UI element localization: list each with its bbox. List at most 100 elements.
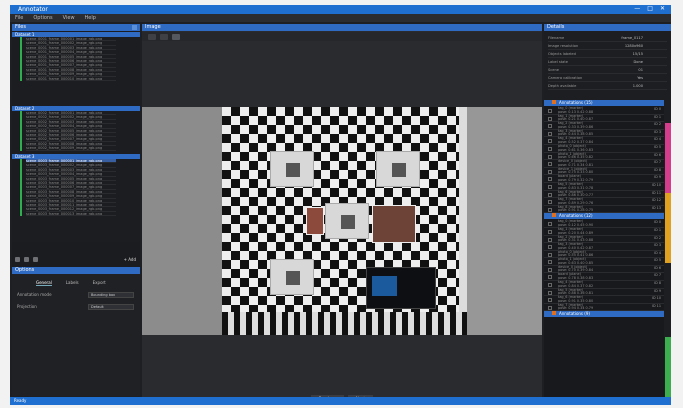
checkbox-icon[interactable] bbox=[548, 192, 552, 197]
checkbox-icon[interactable] bbox=[552, 311, 556, 316]
marker-tag[interactable] bbox=[325, 203, 369, 239]
annotation-mode-select[interactable]: Bounding box bbox=[88, 292, 134, 298]
checkbox-icon[interactable] bbox=[548, 229, 552, 234]
checkbox-icon[interactable] bbox=[548, 252, 552, 257]
checkbox-icon[interactable] bbox=[548, 154, 552, 159]
detail-key: Camera calibration bbox=[548, 76, 583, 80]
projection-select[interactable]: Default bbox=[88, 304, 134, 310]
options-panel: Options General Labels Export Annotation… bbox=[12, 267, 140, 396]
window-controls: — □ ✕ bbox=[634, 5, 665, 12]
status-bar: Ready bbox=[10, 397, 671, 405]
annotation-id: ID 5 bbox=[654, 258, 661, 263]
detail-value: Yes bbox=[637, 76, 643, 80]
options-panel-header: Options bbox=[12, 267, 140, 274]
zoom-icon[interactable] bbox=[160, 34, 168, 40]
fit-icon[interactable] bbox=[172, 34, 180, 40]
checkbox-icon[interactable] bbox=[548, 162, 552, 167]
marker-tag[interactable] bbox=[270, 259, 314, 295]
annotation-id: ID 10 bbox=[651, 296, 661, 301]
app-window: Annotator — □ ✕ File Options View Help F… bbox=[10, 5, 671, 405]
photo-object[interactable] bbox=[306, 207, 324, 235]
menu-help[interactable]: Help bbox=[85, 15, 96, 21]
detail-value: 01 bbox=[638, 68, 643, 72]
checkbox-icon[interactable] bbox=[548, 305, 552, 310]
menu-options[interactable]: Options bbox=[33, 15, 52, 21]
remove-icon[interactable] bbox=[15, 256, 20, 262]
tab-general[interactable]: General bbox=[36, 280, 52, 286]
minimize-button[interactable]: — bbox=[634, 5, 640, 12]
folder-icon[interactable] bbox=[33, 256, 38, 262]
device-object[interactable] bbox=[366, 267, 436, 309]
annotation-group-label: Annotations (9) bbox=[559, 311, 590, 317]
window-title: Annotator bbox=[18, 6, 48, 13]
checkbox-icon[interactable] bbox=[548, 290, 552, 295]
annotation-group-header[interactable]: Annotations (9) bbox=[544, 311, 664, 318]
add-button[interactable]: + Add bbox=[124, 257, 136, 262]
annotation-detail: pose: 0.91 0.28 0.75 bbox=[558, 208, 594, 213]
checkbox-icon[interactable] bbox=[548, 200, 552, 205]
files-panel-title: Files bbox=[15, 24, 26, 30]
checkbox-icon[interactable] bbox=[548, 237, 552, 242]
tab-export[interactable]: Export bbox=[93, 280, 106, 286]
annotation-id: ID 5 bbox=[654, 144, 661, 149]
annotation-id: ID 6 bbox=[654, 265, 661, 270]
detail-value: 1.000 bbox=[632, 84, 643, 88]
tree-item[interactable]: scene_0002_frame_000009_image_rgb.png bbox=[26, 146, 116, 151]
checkbox-icon[interactable] bbox=[548, 245, 552, 250]
checkbox-icon[interactable] bbox=[548, 116, 552, 121]
checkbox-icon[interactable] bbox=[548, 146, 552, 151]
board-edge bbox=[222, 312, 467, 335]
maximize-button[interactable]: □ bbox=[647, 5, 653, 12]
checkbox-icon[interactable] bbox=[548, 283, 552, 288]
detail-value: frame_0117 bbox=[621, 36, 643, 40]
annotation-row[interactable]: tag_7 (marker) pose: 0.94 0.34 0.79 ID 11 bbox=[544, 303, 664, 312]
pan-icon[interactable] bbox=[148, 34, 156, 40]
checkbox-icon[interactable] bbox=[548, 177, 552, 182]
marker-tag[interactable] bbox=[270, 151, 314, 187]
annotation-row[interactable]: tag_8 (marker) pose: 0.91 0.28 0.75 ID 13 bbox=[544, 205, 664, 214]
detail-row: Label state Done bbox=[548, 58, 667, 66]
category-strip bbox=[665, 193, 671, 263]
photo-object[interactable] bbox=[372, 205, 416, 243]
annotation-id: ID 11 bbox=[651, 190, 661, 195]
checkbox-icon[interactable] bbox=[548, 124, 552, 129]
annotation-group-label: Annotations (12) bbox=[559, 213, 593, 219]
tree-marker bbox=[20, 37, 22, 81]
checkbox-icon[interactable] bbox=[548, 222, 552, 227]
annotation-id: ID 2 bbox=[654, 235, 661, 240]
detail-row: Depth available 1.000 bbox=[548, 82, 667, 90]
checkbox-icon[interactable] bbox=[548, 260, 552, 265]
tree-marker bbox=[20, 111, 22, 151]
checkbox-icon[interactable] bbox=[552, 213, 556, 218]
details-panel-header: Details bbox=[544, 24, 671, 31]
checkbox-icon[interactable] bbox=[548, 275, 552, 280]
checkbox-icon[interactable] bbox=[548, 109, 552, 113]
copy-icon[interactable] bbox=[24, 256, 29, 262]
checkbox-icon[interactable] bbox=[552, 100, 556, 104]
tree-item[interactable]: scene_0003_frame_000013_image_rgb.png bbox=[26, 212, 116, 217]
annotation-id: ID 6 bbox=[654, 152, 661, 157]
image-canvas[interactable] bbox=[142, 107, 542, 335]
marker-tag[interactable] bbox=[376, 151, 420, 187]
annotation-id: ID 2 bbox=[654, 122, 661, 127]
annotation-id: ID 1 bbox=[654, 227, 661, 232]
close-icon[interactable] bbox=[132, 25, 137, 30]
checkbox-icon[interactable] bbox=[548, 298, 552, 303]
annotation-id: ID 13 bbox=[651, 205, 661, 210]
annotation-id: ID 7 bbox=[654, 160, 661, 165]
file-tree: Dataset 1 scene_0001_frame_000001_image_r… bbox=[12, 32, 140, 242]
close-button[interactable]: ✕ bbox=[660, 5, 665, 12]
detail-key: Depth available bbox=[548, 84, 577, 88]
checkbox-icon[interactable] bbox=[548, 267, 552, 272]
checkbox-icon[interactable] bbox=[548, 139, 552, 144]
menu-file[interactable]: File bbox=[15, 15, 23, 21]
tab-labels[interactable]: Labels bbox=[66, 280, 79, 286]
checkbox-icon[interactable] bbox=[548, 207, 552, 212]
detail-row: Image resolution 1280x960 bbox=[548, 42, 667, 50]
checkbox-icon[interactable] bbox=[548, 169, 552, 174]
checkbox-icon[interactable] bbox=[548, 131, 552, 136]
checkbox-icon[interactable] bbox=[548, 184, 552, 189]
tree-item[interactable]: scene_0001_frame_000010_image_rgb.png bbox=[26, 77, 116, 81]
menu-view[interactable]: View bbox=[63, 15, 75, 21]
annotation-id: ID 9 bbox=[654, 175, 661, 180]
